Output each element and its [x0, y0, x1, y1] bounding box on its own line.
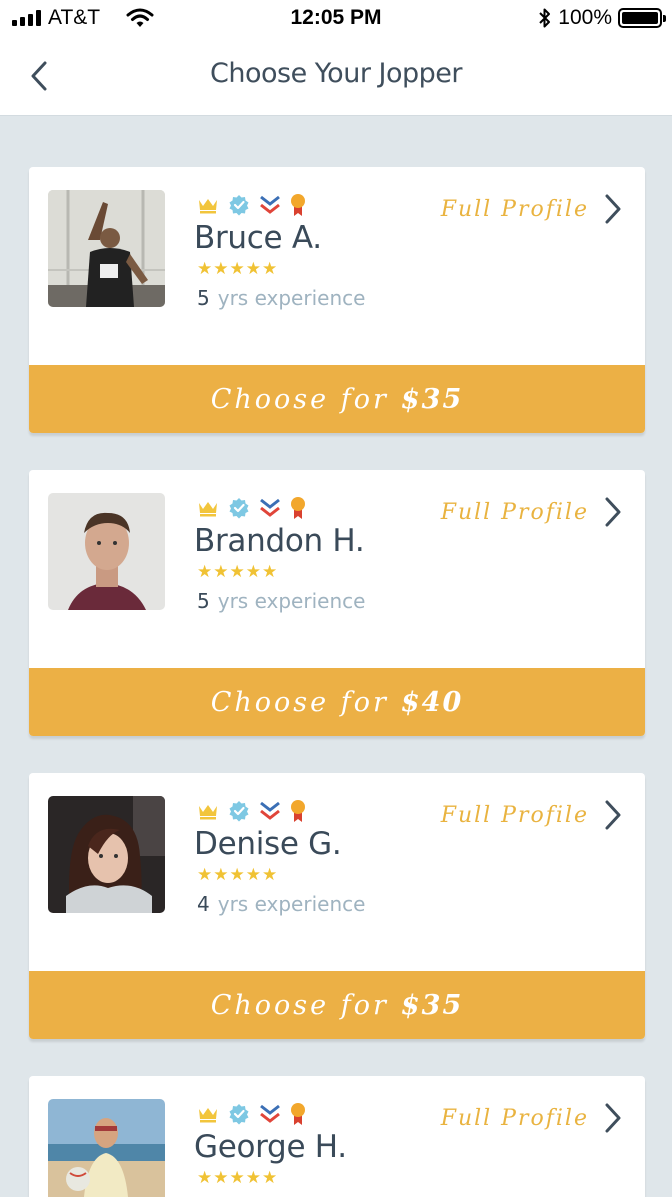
- page-title: Choose Your Jopper: [210, 58, 462, 89]
- experience-label: yrs experience: [217, 286, 366, 310]
- choose-label: Choose for: [210, 989, 389, 1021]
- chevrons-icon: [260, 498, 280, 517]
- ribbon-medal-icon: [291, 1103, 305, 1125]
- crown-icon: [199, 1108, 217, 1123]
- chevron-right-icon: [605, 194, 621, 224]
- jopper-card: Brandon H. ★★★★★ 5 yrs experience Full Pr…: [29, 470, 645, 736]
- chevron-right-icon: [605, 800, 621, 830]
- experience-years: 5: [197, 286, 210, 310]
- full-profile-link[interactable]: Full Profile: [441, 496, 623, 528]
- jopper-card: Bruce A. ★★★★★ 5 yrs experience Full Prof…: [29, 167, 645, 433]
- avatar[interactable]: [48, 1099, 165, 1197]
- choose-button[interactable]: Choose for $35: [29, 365, 645, 433]
- star-rating: ★★★★★: [197, 562, 279, 582]
- experience-years: 5: [197, 589, 210, 613]
- status-bar: AT&T 12:05 PM 100%: [0, 0, 672, 36]
- star-rating: ★★★★★: [197, 259, 279, 279]
- full-profile-link[interactable]: Full Profile: [441, 799, 623, 831]
- jopper-name: Denise G.: [194, 826, 342, 862]
- badge-row: [197, 194, 306, 216]
- crown-icon: [199, 805, 217, 820]
- chevrons-icon: [260, 801, 280, 820]
- choose-price: $40: [400, 686, 464, 718]
- avatar[interactable]: [48, 190, 165, 307]
- jopper-card: George H. ★★★★★ Full Profile: [29, 1076, 645, 1197]
- avatar[interactable]: [48, 796, 165, 913]
- badge-row: [197, 800, 306, 822]
- avatar[interactable]: [48, 493, 165, 610]
- choose-label: Choose for: [210, 383, 389, 415]
- star-rating: ★★★★★: [197, 1168, 279, 1188]
- full-profile-label: Full Profile: [440, 499, 589, 525]
- experience-label: yrs experience: [217, 589, 366, 613]
- crown-icon: [199, 199, 217, 214]
- status-right: 100%: [538, 6, 666, 30]
- badge-row: [197, 497, 306, 519]
- choose-price: $35: [400, 383, 464, 415]
- full-profile-link[interactable]: Full Profile: [441, 193, 623, 225]
- choose-price: $35: [400, 989, 464, 1021]
- full-profile-link[interactable]: Full Profile: [441, 1102, 623, 1134]
- jopper-card: Denise G. ★★★★★ 4 yrs experience Full Pro…: [29, 773, 645, 1039]
- battery-percent: 100%: [558, 6, 612, 29]
- jopper-name: George H.: [194, 1129, 347, 1165]
- star-rating: ★★★★★: [197, 865, 279, 885]
- ribbon-medal-icon: [291, 800, 305, 822]
- jopper-name: Brandon H.: [194, 523, 365, 559]
- full-profile-label: Full Profile: [440, 1105, 589, 1131]
- experience-text: 4 yrs experience: [197, 892, 365, 916]
- crown-icon: [199, 502, 217, 517]
- full-profile-label: Full Profile: [440, 802, 589, 828]
- experience-label: yrs experience: [217, 892, 366, 916]
- verified-check-icon: [229, 498, 249, 519]
- choose-button[interactable]: Choose for $40: [29, 668, 645, 736]
- verified-check-icon: [229, 801, 249, 822]
- experience-years: 4: [197, 892, 210, 916]
- battery-icon: [618, 8, 666, 28]
- badge-row: [197, 1103, 306, 1125]
- verified-check-icon: [229, 1104, 249, 1125]
- nav-bar: Choose Your Jopper: [0, 36, 672, 116]
- bluetooth-icon: [539, 8, 551, 28]
- verified-check-icon: [229, 195, 249, 216]
- ribbon-medal-icon: [291, 497, 305, 519]
- ribbon-medal-icon: [291, 194, 305, 216]
- chevrons-icon: [260, 1104, 280, 1123]
- chevron-right-icon: [605, 1103, 621, 1133]
- chevrons-icon: [260, 195, 280, 214]
- experience-text: 5 yrs experience: [197, 286, 365, 310]
- full-profile-label: Full Profile: [440, 196, 589, 222]
- chevron-right-icon: [605, 497, 621, 527]
- jopper-name: Bruce A.: [194, 220, 322, 256]
- choose-button[interactable]: Choose for $35: [29, 971, 645, 1039]
- choose-label: Choose for: [210, 686, 389, 718]
- experience-text: 5 yrs experience: [197, 589, 365, 613]
